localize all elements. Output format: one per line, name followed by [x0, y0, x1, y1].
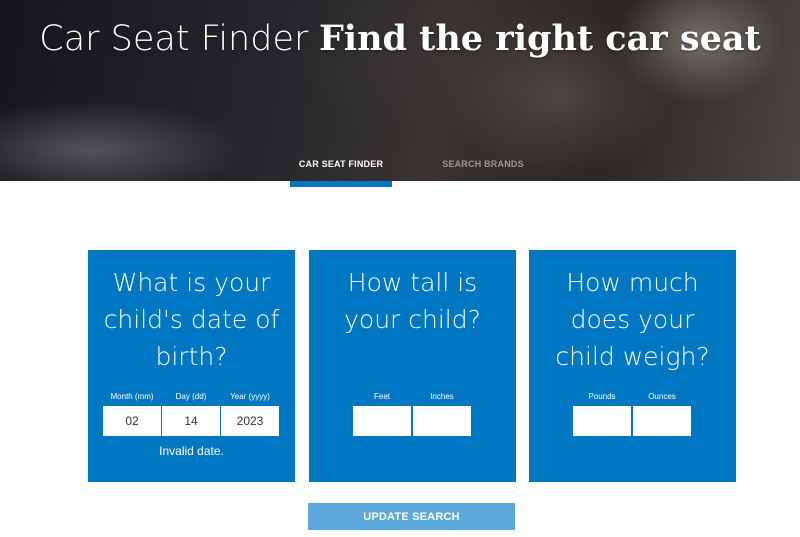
- dob-error-message: Invalid date.: [159, 444, 224, 458]
- active-tab-indicator: [290, 181, 392, 187]
- year-label: Year (yyyy): [230, 392, 270, 401]
- inches-label: Inches: [430, 392, 454, 401]
- dob-question: What is your child's date of birth?: [103, 268, 280, 371]
- feet-label: Feet: [373, 392, 390, 401]
- year-input[interactable]: [221, 406, 279, 436]
- height-question: How tall is your child?: [344, 268, 481, 334]
- tab-search-brands[interactable]: SEARCH BRANDS: [428, 159, 538, 175]
- month-input[interactable]: [103, 406, 161, 436]
- weight-card: How much does your child weigh? Pounds O…: [529, 250, 736, 482]
- weight-question: How much does your child weigh?: [555, 268, 710, 371]
- day-label: Day (dd): [175, 392, 207, 401]
- dob-card: What is your child's date of birth? Mont…: [88, 250, 295, 482]
- ounces-input[interactable]: [633, 406, 691, 436]
- tab-car-seat-finder[interactable]: CAR SEAT FINDER: [290, 159, 392, 175]
- height-card: How tall is your child? Feet Inches: [309, 250, 516, 482]
- hero-title-bold: Find the right car seat: [318, 18, 761, 59]
- pounds-input[interactable]: [573, 406, 631, 436]
- pounds-label: Pounds: [588, 392, 616, 401]
- hero-title-light: Car Seat Finder: [39, 19, 309, 59]
- page-title: Car Seat Finder Find the right car seat: [0, 14, 800, 63]
- day-input[interactable]: [162, 406, 220, 436]
- ounces-label: Ounces: [648, 392, 676, 401]
- month-label: Month (mm): [110, 392, 154, 401]
- update-search-button[interactable]: UPDATE SEARCH: [308, 503, 515, 530]
- inches-input[interactable]: [413, 406, 471, 436]
- hero-banner: Car Seat Finder Find the right car seat …: [0, 0, 800, 181]
- feet-input[interactable]: [353, 406, 411, 436]
